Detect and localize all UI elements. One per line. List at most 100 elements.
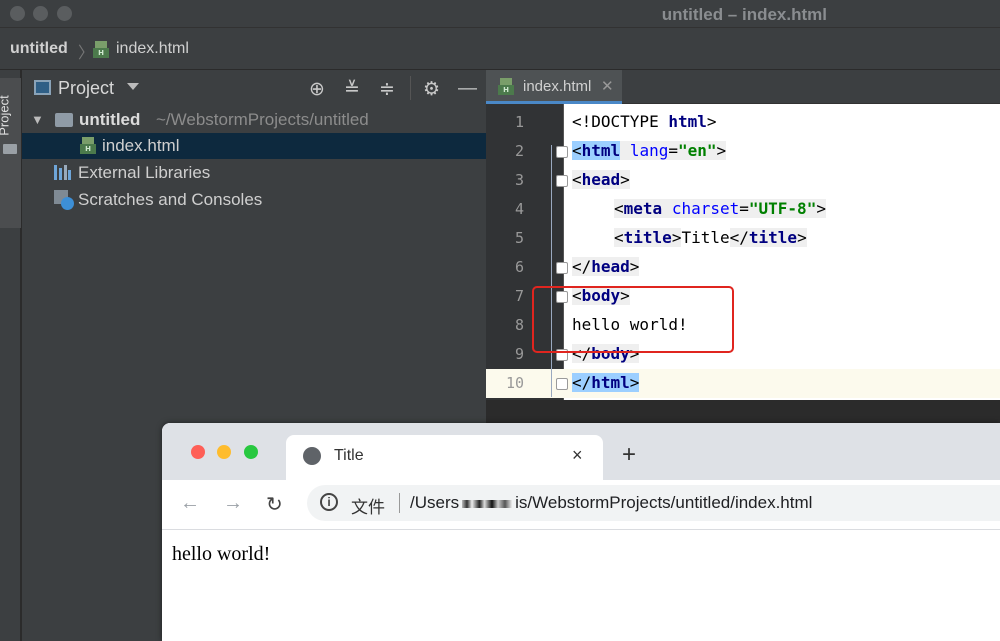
left-tool-stripe: Project xyxy=(0,70,21,641)
url-path: is/WebstormProjects/untitled/index.html xyxy=(515,493,813,512)
hide-panel-icon[interactable]: — xyxy=(458,78,477,100)
reload-icon[interactable]: ↻ xyxy=(266,492,283,517)
forward-arrow-icon[interactable]: → xyxy=(223,492,243,515)
html-file-icon: H xyxy=(93,41,109,58)
folder-icon xyxy=(3,144,17,154)
project-window-icon xyxy=(34,80,51,95)
new-tab-button[interactable]: + xyxy=(622,441,636,469)
url-scheme-label: 文件 xyxy=(351,498,385,517)
locate-icon[interactable]: ⊕ xyxy=(309,78,325,101)
ide-title-bar: untitled – index.html xyxy=(0,0,1000,28)
project-panel-header: Project ⊕ ≚ ≑ ⚙ — xyxy=(22,70,486,106)
editor-tab-bar: H index.html ✕ xyxy=(486,70,1000,104)
code-token: "en" xyxy=(677,141,717,160)
code-token: html xyxy=(591,373,630,392)
editor-tab-label: index.html xyxy=(523,78,592,95)
annotation-highlight-box xyxy=(532,286,734,353)
gear-icon[interactable]: ⚙ xyxy=(423,78,440,101)
code-token: meta xyxy=(623,199,663,218)
address-bar[interactable]: i 文件 /Users is/WebstormProjects/untitled/… xyxy=(307,485,1000,521)
html-file-icon: H xyxy=(80,137,96,154)
url-prefix: /Users xyxy=(410,493,460,512)
chevron-down-icon[interactable]: ▼ xyxy=(31,112,44,127)
expand-all-icon[interactable]: ≚ xyxy=(344,78,360,101)
navigation-bar: untitled 〉 H index.html xyxy=(0,28,1000,70)
tree-item-label: External Libraries xyxy=(78,163,211,182)
line-number: 8 xyxy=(514,316,524,334)
code-token: title xyxy=(748,228,798,247)
code-token: html xyxy=(581,141,621,160)
line-number: 2 xyxy=(514,142,524,160)
window-title: untitled – index.html xyxy=(661,5,827,24)
line-number: 5 xyxy=(514,229,524,247)
project-tool-tab[interactable]: Project xyxy=(0,78,21,228)
line-number: 3 xyxy=(514,171,524,189)
breadcrumb-file[interactable]: index.html xyxy=(116,40,189,58)
toolbar-divider xyxy=(410,76,411,100)
line-number: 7 xyxy=(514,287,524,305)
code-line-5: <title>Title</title> xyxy=(614,228,807,247)
browser-minimize-button[interactable] xyxy=(217,445,231,459)
close-icon[interactable]: ✕ xyxy=(601,77,614,95)
tree-item-scratches[interactable]: Scratches and Consoles xyxy=(22,187,486,213)
close-icon[interactable]: × xyxy=(572,445,583,466)
editor-tab-index-html[interactable]: H index.html ✕ xyxy=(486,70,622,104)
code-line-1: <!DOCTYPE html> xyxy=(572,112,717,131)
line-number: 6 xyxy=(514,258,524,276)
code-token: Title xyxy=(681,228,730,247)
code-token: head xyxy=(591,257,630,276)
breadcrumb-project[interactable]: untitled xyxy=(10,40,68,58)
code-token: charset xyxy=(671,199,740,218)
back-arrow-icon[interactable]: ← xyxy=(180,492,200,515)
tree-item-untitled[interactable]: ▼ untitled ~/WebstormProjects/untitled xyxy=(22,107,486,133)
html-file-icon: H xyxy=(498,78,514,95)
code-line-4: <meta charset="UTF-8"> xyxy=(614,199,826,218)
code-line-10: </html> xyxy=(572,373,640,392)
line-number: 4 xyxy=(514,200,524,218)
code-token: lang xyxy=(629,141,669,160)
page-body-text: hello world! xyxy=(172,543,271,565)
code-line-2: <html lang="en"> xyxy=(572,141,727,160)
fold-marker-icon[interactable] xyxy=(556,262,568,274)
browser-tab-strip: Title × + xyxy=(162,423,1000,480)
fold-marker-icon[interactable] xyxy=(556,378,568,390)
globe-icon xyxy=(303,447,321,465)
collapse-all-icon[interactable]: ≑ xyxy=(379,78,395,101)
info-icon[interactable]: i xyxy=(320,493,338,511)
code-line-6: </head> xyxy=(572,257,640,276)
folder-icon xyxy=(55,113,73,127)
code-line-3: <head> xyxy=(572,170,630,189)
tree-item-index-html[interactable]: H index.html xyxy=(22,133,486,159)
chevron-down-icon[interactable] xyxy=(127,83,139,90)
browser-window: Title × + ← → ↻ i 文件 /Users is/WebstormPr… xyxy=(162,423,1000,641)
tree-item-label: index.html xyxy=(102,136,180,155)
browser-zoom-button[interactable] xyxy=(244,445,258,459)
project-view-selector[interactable]: Project xyxy=(58,78,114,99)
code-token: > xyxy=(706,112,717,131)
line-number: 9 xyxy=(514,345,524,363)
browser-close-button[interactable] xyxy=(191,445,205,459)
breadcrumb-separator-icon: 〉 xyxy=(78,45,95,62)
fold-marker-icon[interactable] xyxy=(556,146,568,158)
browser-tab-title: Title xyxy=(334,447,364,464)
browser-toolbar: ← → ↻ i 文件 /Users is/WebstormProjects/unt… xyxy=(162,480,1000,530)
redacted-username xyxy=(462,499,513,508)
line-number: 10 xyxy=(505,374,524,392)
url-divider xyxy=(399,493,400,513)
code-token: "UTF-8" xyxy=(748,199,817,218)
tree-item-external-libraries[interactable]: External Libraries xyxy=(22,160,486,186)
indent-guide xyxy=(551,145,552,397)
libraries-icon xyxy=(54,165,71,180)
code-token: <!DOCTYPE xyxy=(572,112,669,131)
tree-item-label: untitled xyxy=(79,110,141,129)
code-token: head xyxy=(581,170,621,189)
code-token: title xyxy=(623,228,672,247)
browser-tab[interactable]: Title × xyxy=(286,435,603,480)
tree-item-path: ~/WebstormProjects/untitled xyxy=(156,110,369,129)
line-number: 1 xyxy=(514,113,524,131)
url-text: /Users is/WebstormProjects/untitled/index… xyxy=(410,493,812,513)
project-tool-tab-label: Project xyxy=(0,95,12,136)
tree-item-label: Scratches and Consoles xyxy=(78,190,263,209)
fold-marker-icon[interactable] xyxy=(556,175,568,187)
code-token: html xyxy=(668,112,707,131)
